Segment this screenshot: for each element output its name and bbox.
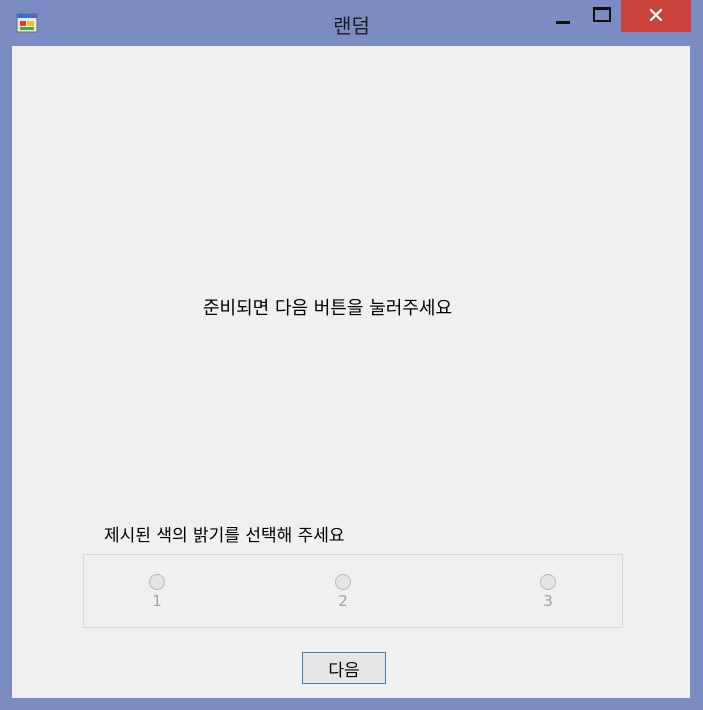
next-button[interactable]: 다음 [302,652,386,684]
close-icon: ✕ [646,3,666,29]
maximize-icon [593,6,611,22]
radio-option-2[interactable]: 2 [328,574,358,610]
radio-option-1[interactable]: 1 [142,574,172,610]
title-bar[interactable]: 랜덤 ✕ [0,0,703,46]
maximize-button[interactable] [585,0,619,32]
brightness-option-group: 1 2 3 [83,554,623,628]
prompt-label: 준비되면 다음 버튼을 눌러주세요 [203,298,453,319]
app-window: 랜덤 ✕ 준비되면 다음 버튼을 눌러주세요 제시된 색의 밝기를 선택해 주세… [0,0,703,710]
close-button[interactable]: ✕ [621,0,691,32]
instruction-label: 제시된 색의 밝기를 선택해 주세요 [104,526,345,546]
client-area: 준비되면 다음 버튼을 눌러주세요 제시된 색의 밝기를 선택해 주세요 1 2… [12,46,690,698]
radio-option-3[interactable]: 3 [533,574,563,610]
minimize-icon [556,20,570,24]
radio-label: 2 [338,592,348,610]
radio-label: 3 [543,592,553,610]
radio-button-icon[interactable] [149,574,165,590]
minimize-button[interactable] [546,0,580,32]
radio-button-icon[interactable] [335,574,351,590]
radio-button-icon[interactable] [540,574,556,590]
radio-label: 1 [152,592,162,610]
